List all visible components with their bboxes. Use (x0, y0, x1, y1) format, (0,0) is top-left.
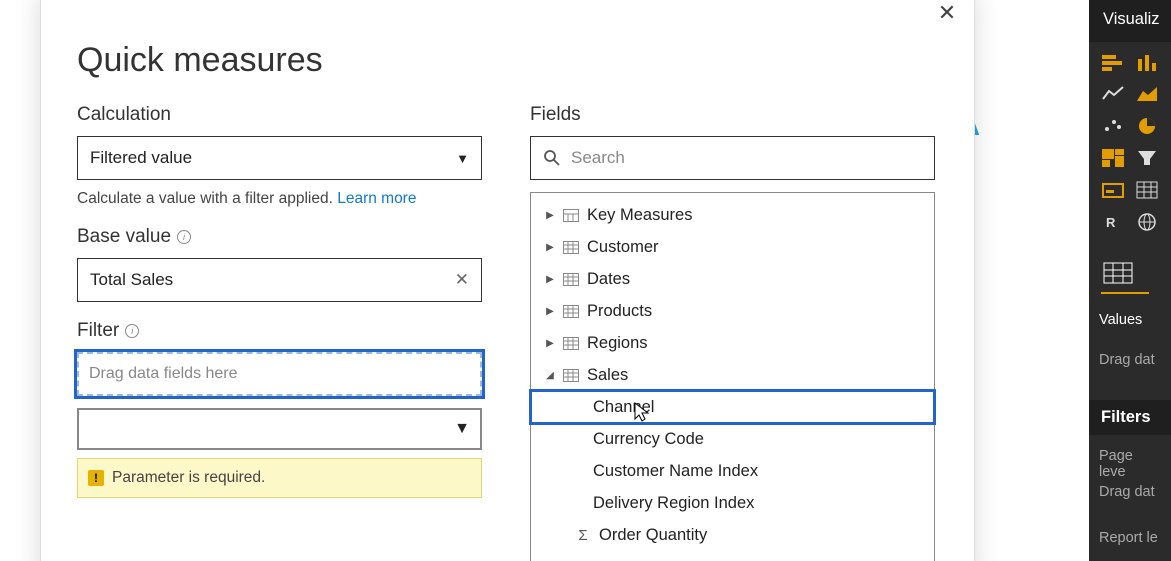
filter-label: Filter i (77, 320, 482, 342)
line-chart-icon[interactable] (1097, 80, 1129, 108)
tree-field-customer-name-index[interactable]: ·Customer Name Index (531, 455, 934, 487)
filter-value-select[interactable]: ▼ (77, 408, 482, 450)
twisty-closed-icon: ▶ (545, 274, 555, 285)
tree-field-order-quantity[interactable]: Σ Order Quantity (531, 519, 934, 551)
parameter-required-warning: ! Parameter is required. (77, 458, 482, 498)
scatter-chart-icon[interactable] (1097, 112, 1129, 140)
info-icon[interactable]: i (125, 324, 139, 338)
fields-search-input[interactable]: Search (530, 136, 935, 180)
matrix-icon[interactable] (1131, 176, 1163, 204)
calculation-helper: Calculate a value with a filter applied.… (77, 190, 482, 208)
fields-column: Fields Search ▶ Key Measures ▶ Customer ▶ Dat… (530, 104, 935, 561)
twisty-open-icon: ◢ (545, 370, 555, 381)
tree-node-label: Regions (587, 334, 648, 353)
pane-header-visualizations[interactable]: Visualiz (1089, 0, 1171, 42)
twisty-closed-icon: ▶ (545, 338, 555, 349)
dropzone-placeholder: Drag data fields here (89, 365, 238, 383)
table-icon (563, 241, 579, 253)
table-icon (563, 369, 579, 381)
tree-field-label: Delivery Region Index (593, 494, 754, 513)
tree-node-customer[interactable]: ▶ Customer (531, 231, 934, 263)
area-chart-icon[interactable] (1131, 80, 1163, 108)
mouse-cursor-icon (633, 401, 651, 423)
globe-icon[interactable] (1131, 208, 1163, 236)
tree-field-channel[interactable]: ·Channel (531, 391, 934, 423)
tree-node-label: Dates (587, 270, 630, 289)
stacked-bar-icon[interactable] (1097, 48, 1129, 76)
tree-node-regions[interactable]: ▶ Regions (531, 327, 934, 359)
values-well-label[interactable]: Values (1089, 306, 1171, 334)
tree-field-delivery-region-index[interactable]: ·Delivery Region Index (531, 487, 934, 519)
base-value-label: Base value i (77, 226, 482, 248)
report-level-filters-label[interactable]: Report le (1089, 524, 1171, 552)
table-icon (563, 273, 579, 285)
search-placeholder: Search (571, 148, 625, 168)
warning-text: Parameter is required. (112, 469, 265, 487)
stacked-column-icon[interactable] (1131, 48, 1163, 76)
values-drag-hint[interactable]: Drag dat (1089, 346, 1171, 374)
info-icon[interactable]: i (177, 230, 191, 244)
fields-well-icon[interactable] (1103, 262, 1133, 289)
table-icon (563, 305, 579, 317)
funnel-icon[interactable] (1131, 144, 1163, 172)
measure-group-icon (563, 209, 579, 221)
tree-node-label: Key Measures (587, 206, 692, 225)
tree-field-currency-code[interactable]: ·Currency Code (531, 423, 934, 455)
close-icon[interactable]: ✕ (934, 0, 960, 26)
twisty-closed-icon: ▶ (545, 210, 555, 221)
filter-dropzone[interactable]: Drag data fields here (77, 352, 482, 396)
tree-node-label: Customer (587, 238, 659, 257)
r-visual-icon[interactable]: R (1097, 208, 1129, 236)
base-value-text: Total Sales (90, 270, 173, 290)
svg-text:R: R (1106, 215, 1116, 230)
twisty-closed-icon: ▶ (545, 306, 555, 317)
card-icon[interactable] (1097, 176, 1129, 204)
values-underline (1101, 292, 1149, 294)
filters-pane-header[interactable]: Filters (1089, 400, 1171, 435)
visualizations-pane: Visualiz R Values Drag dat Filters Page … (1089, 0, 1171, 561)
warning-icon: ! (88, 470, 104, 486)
twisty-closed-icon: ▶ (545, 242, 555, 253)
visualization-type-grid: R (1097, 48, 1167, 236)
chevron-down-icon: ▼ (454, 420, 470, 438)
tree-node-label: Sales (587, 366, 628, 385)
sigma-icon: Σ (575, 527, 591, 544)
tree-node-key-measures[interactable]: ▶ Key Measures (531, 199, 934, 231)
dialog-title: Quick measures (77, 41, 938, 80)
learn-more-link[interactable]: Learn more (337, 190, 416, 207)
calculation-value: Filtered value (90, 148, 192, 168)
calculation-label: Calculation (77, 104, 482, 126)
calculation-column: Calculation Filtered value ▼ Calculate a… (77, 104, 482, 561)
tree-field-label: Customer Name Index (593, 462, 758, 481)
clear-icon[interactable]: ✕ (455, 270, 469, 290)
tree-node-label: Products (587, 302, 652, 321)
search-icon (543, 149, 561, 167)
chevron-down-icon: ▼ (456, 151, 469, 166)
fields-label: Fields (530, 104, 935, 126)
page-level-drag-hint[interactable]: Drag dat (1089, 478, 1171, 506)
tree-field-label: Currency Code (593, 430, 704, 449)
tree-node-products[interactable]: ▶ Products (531, 295, 934, 327)
tree-field-label: Order Quantity (599, 526, 707, 545)
tree-node-dates[interactable]: ▶ Dates (531, 263, 934, 295)
table-icon (563, 337, 579, 349)
fields-tree: ▶ Key Measures ▶ Customer ▶ Dates ▶ Products ▶ Re… (530, 192, 935, 561)
tree-node-sales[interactable]: ◢ Sales (531, 359, 934, 391)
quick-measures-dialog: ✕ Quick measures Calculation Filtered va… (40, 0, 975, 561)
treemap-icon[interactable] (1097, 144, 1129, 172)
base-value-input[interactable]: Total Sales ✕ (77, 258, 482, 302)
calculation-select[interactable]: Filtered value ▼ (77, 136, 482, 180)
pie-chart-icon[interactable] (1131, 112, 1163, 140)
